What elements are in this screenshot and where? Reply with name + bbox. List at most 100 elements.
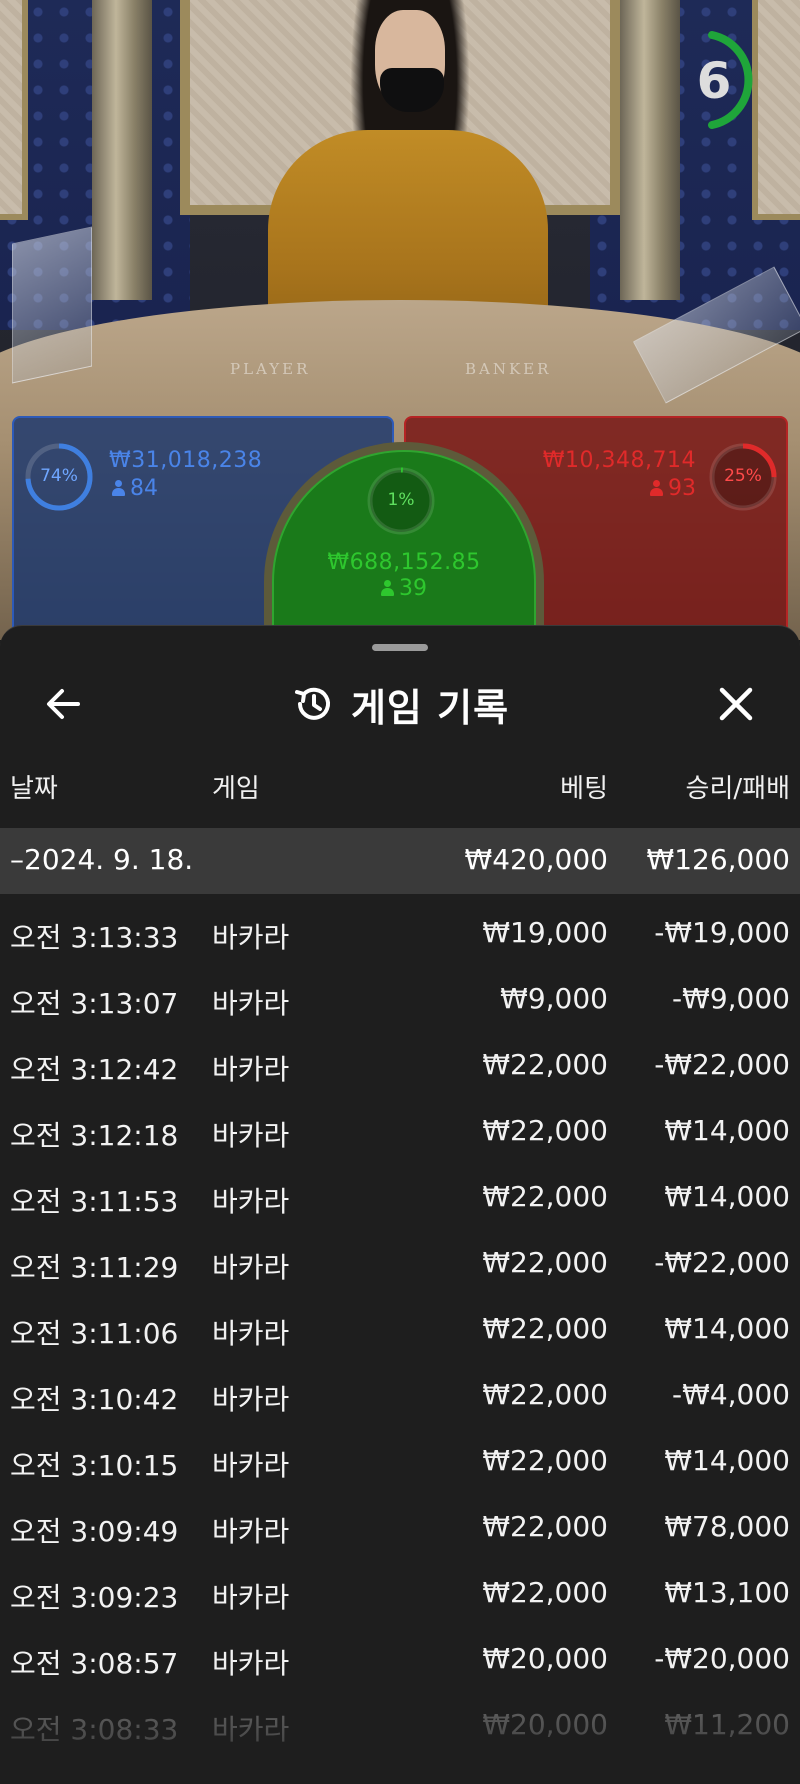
sheet-header: 게임 기록: [0, 678, 800, 730]
row-bet: ₩22,000: [482, 1048, 608, 1081]
row-bet: ₩22,000: [482, 1180, 608, 1213]
row-bet: ₩22,000: [482, 1246, 608, 1279]
row-game: 바카라: [212, 1251, 290, 1284]
row-bet: ₩22,000: [482, 1114, 608, 1147]
tie-bettors-count: 39: [399, 576, 427, 601]
banker-bet-amount: ₩10,348,714: [542, 448, 696, 473]
player-bet-amount: ₩31,018,238: [109, 448, 263, 473]
row-time: 오전 3:13:33: [10, 921, 179, 954]
row-winloss: -₩22,000: [654, 1048, 790, 1081]
row-time: 오전 3:11:53: [10, 1185, 179, 1218]
history-column-headers: 날짜 게임 베팅 승리/패배: [0, 768, 800, 812]
row-time: 오전 3:12:18: [10, 1119, 179, 1152]
row-winloss: ₩78,000: [664, 1510, 790, 1543]
row-game: 바카라: [212, 1449, 290, 1482]
row-game: 바카라: [212, 1119, 290, 1152]
person-icon: [650, 480, 663, 496]
row-bet: ₩22,000: [482, 1576, 608, 1609]
row-winloss: ₩14,000: [664, 1180, 790, 1213]
sheet-drag-handle[interactable]: [372, 644, 428, 651]
history-icon: [294, 687, 330, 720]
banker-percent-ring: 25%: [708, 442, 778, 512]
history-list: 오전 3:13:33 바카라 ₩19,000 -₩19,000 오전 3:13:07 바카…: [0, 894, 800, 1752]
row-winloss: -₩22,000: [654, 1246, 790, 1279]
history-row[interactable]: 오전 3:08:57 바카라 ₩20,000 -₩20,000: [0, 1620, 800, 1686]
row-time: 오전 3:10:15: [10, 1449, 179, 1482]
row-game: 바카라: [212, 1383, 290, 1416]
row-bet: ₩20,000: [482, 1642, 608, 1675]
game-history-sheet: 게임 기록 날짜 게임 베팅 승리/패배 –2024. 9. 18. ₩420,…: [0, 625, 800, 1784]
table-banker-text: BANKER: [465, 360, 552, 378]
row-bet: ₩22,000: [482, 1510, 608, 1543]
group-bet-total: ₩420,000: [464, 843, 608, 876]
column-date: 날짜: [10, 774, 58, 804]
close-button[interactable]: [710, 678, 762, 730]
history-row[interactable]: 오전 3:11:06 바카라 ₩22,000 ₩14,000: [0, 1290, 800, 1356]
row-game: 바카라: [212, 1581, 290, 1614]
tie-percent-ring: 1%: [366, 466, 436, 536]
row-winloss: ₩14,000: [664, 1312, 790, 1345]
row-winloss: -₩4,000: [672, 1378, 790, 1411]
row-time: 오전 3:09:23: [10, 1581, 179, 1614]
sheet-title: 게임 기록: [350, 685, 510, 730]
row-time: 오전 3:08:57: [10, 1647, 179, 1680]
table-player-text: PLAYER: [230, 360, 311, 378]
row-winloss: ₩14,000: [664, 1114, 790, 1147]
history-row[interactable]: 오전 3:13:07 바카라 ₩9,000 -₩9,000: [0, 960, 800, 1026]
row-game: 바카라: [212, 1647, 290, 1680]
tie-bettors: 39: [274, 576, 534, 601]
history-row[interactable]: 오전 3:11:53 바카라 ₩22,000 ₩14,000: [0, 1158, 800, 1224]
timer-value: 6: [696, 52, 732, 110]
row-bet: ₩22,000: [482, 1444, 608, 1477]
row-winloss: -₩19,000: [654, 916, 790, 949]
history-row[interactable]: 오전 3:10:15 바카라 ₩22,000 ₩14,000: [0, 1422, 800, 1488]
banker-percent: 25%: [724, 466, 762, 486]
history-row[interactable]: 오전 3:12:18 바카라 ₩22,000 ₩14,000: [0, 1092, 800, 1158]
row-game: 바카라: [212, 1515, 290, 1548]
player-bettors: 84: [112, 476, 158, 501]
history-row[interactable]: 오전 3:11:29 바카라 ₩22,000 -₩22,000: [0, 1224, 800, 1290]
column-winloss: 승리/패배: [685, 774, 790, 804]
date-group-row[interactable]: –2024. 9. 18. ₩420,000 ₩126,000: [0, 828, 800, 894]
row-game: 바카라: [212, 921, 290, 954]
list-fade-overlay: [0, 1694, 800, 1784]
pillar-left: [92, 0, 152, 300]
pillar-right: [620, 0, 680, 300]
row-time: 오전 3:11:29: [10, 1251, 179, 1284]
history-row[interactable]: 오전 3:09:49 바카라 ₩22,000 ₩78,000: [0, 1488, 800, 1554]
card-shoe-left: [12, 226, 92, 384]
row-winloss: ₩13,100: [664, 1576, 790, 1609]
row-winloss: -₩20,000: [654, 1642, 790, 1675]
countdown-timer: 6: [690, 30, 770, 130]
wall-frame-left: [0, 0, 28, 220]
row-time: 오전 3:13:07: [10, 987, 179, 1020]
row-bet: ₩22,000: [482, 1378, 608, 1411]
row-game: 바카라: [212, 987, 290, 1020]
group-winloss-total: ₩126,000: [646, 843, 790, 876]
history-row[interactable]: 오전 3:13:33 바카라 ₩19,000 -₩19,000: [0, 894, 800, 960]
row-game: 바카라: [212, 1185, 290, 1218]
row-winloss: -₩9,000: [672, 982, 790, 1015]
row-time: 오전 3:09:49: [10, 1515, 179, 1548]
column-game: 게임: [212, 774, 260, 804]
player-percent: 74%: [40, 466, 78, 486]
row-time: 오전 3:10:42: [10, 1383, 179, 1416]
tie-bet-amount: ₩688,152.85: [327, 550, 481, 575]
history-row[interactable]: 오전 3:12:42 바카라 ₩22,000 -₩22,000: [0, 1026, 800, 1092]
tie-bet-area: 1% ₩688,152.85 39: [272, 450, 536, 652]
row-winloss: ₩14,000: [664, 1444, 790, 1477]
group-date: –2024. 9. 18.: [10, 843, 194, 876]
history-row[interactable]: 오전 3:09:23 바카라 ₩22,000 ₩13,100: [0, 1554, 800, 1620]
column-bet: 베팅: [560, 774, 608, 804]
row-bet: ₩22,000: [482, 1312, 608, 1345]
row-bet: ₩19,000: [482, 916, 608, 949]
history-row[interactable]: 오전 3:10:42 바카라 ₩22,000 -₩4,000: [0, 1356, 800, 1422]
row-bet: ₩9,000: [500, 982, 608, 1015]
person-icon: [112, 480, 125, 496]
banker-bettors-count: 93: [668, 476, 696, 501]
banker-bettors: 93: [650, 476, 696, 501]
row-time: 오전 3:11:06: [10, 1317, 179, 1350]
close-icon: [719, 687, 753, 721]
person-icon: [381, 580, 394, 596]
row-game: 바카라: [212, 1317, 290, 1350]
